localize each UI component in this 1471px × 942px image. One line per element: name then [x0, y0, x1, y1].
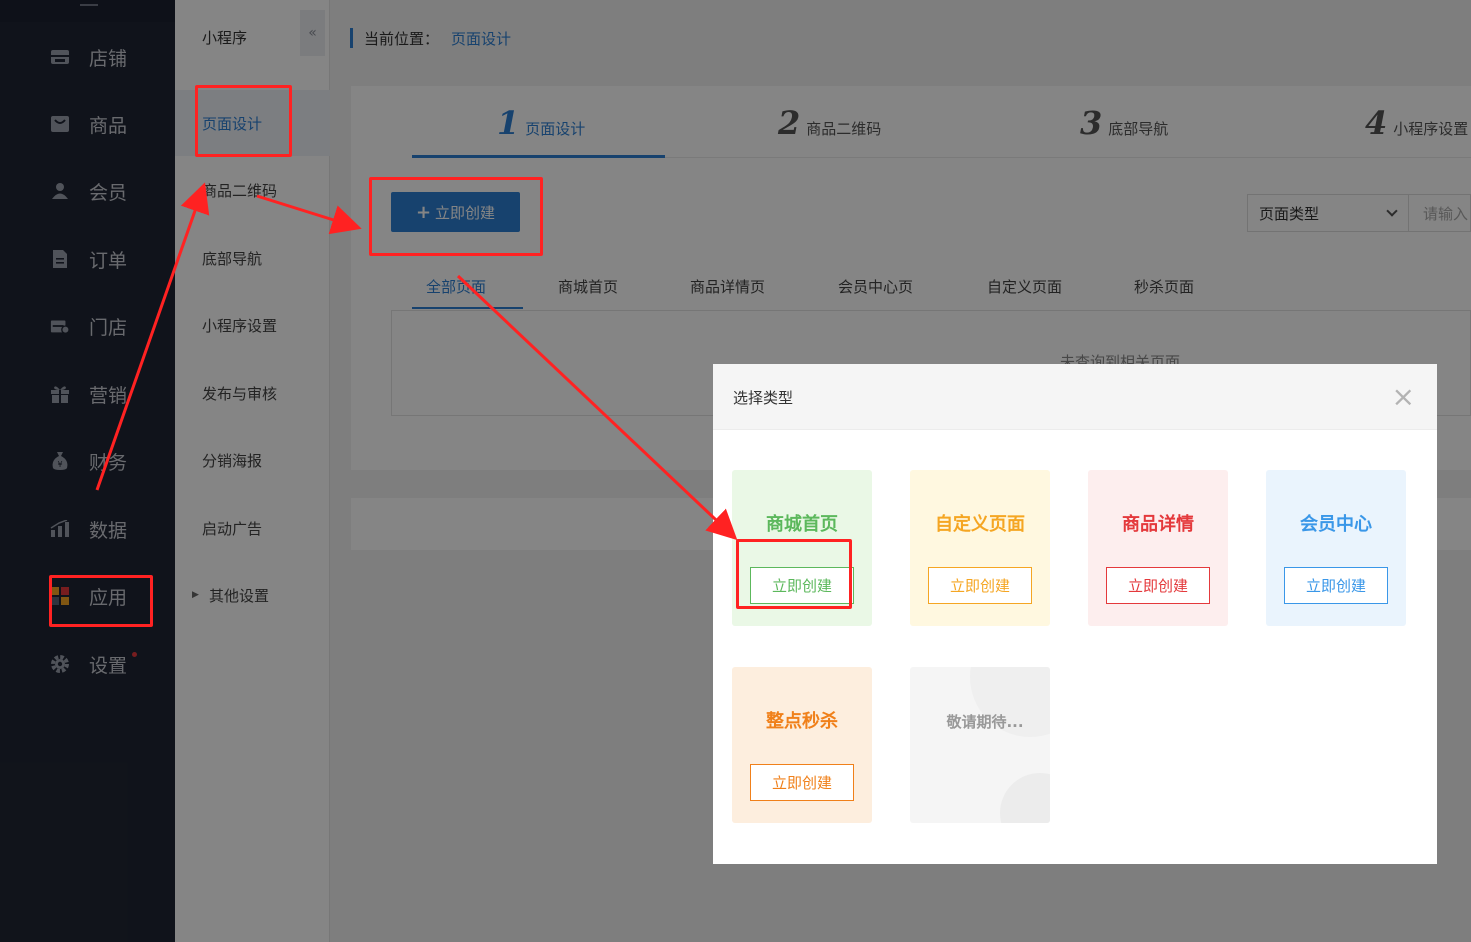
arrow-create-to-card [456, 274, 738, 541]
annotation-arrows [95, 182, 738, 541]
arrow-page-design-to-create [256, 194, 362, 235]
arrow-apps-to-page-design [95, 182, 210, 491]
